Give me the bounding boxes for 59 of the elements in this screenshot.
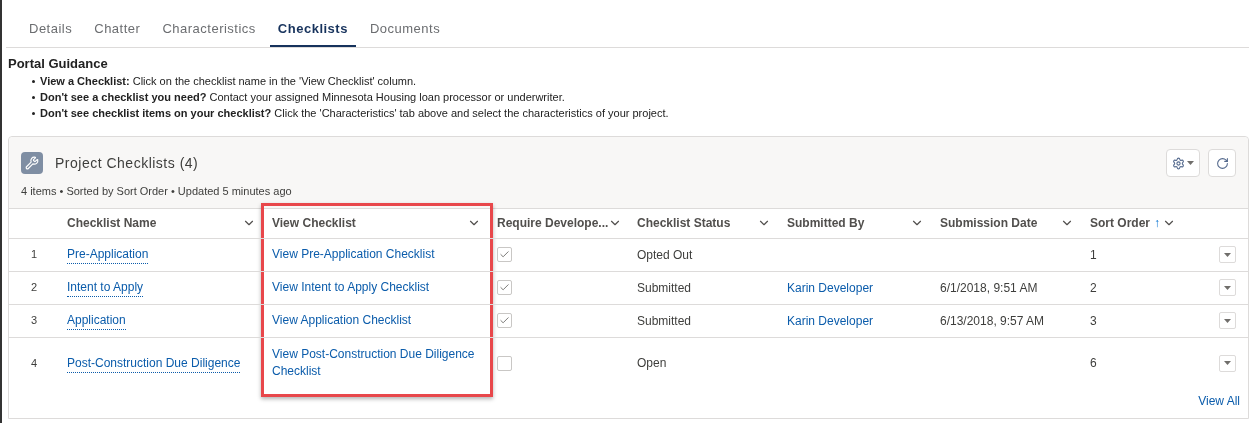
column-header[interactable]: Checklist Name [59, 208, 264, 239]
guidance-text: View a Checklist: Click on the checklist name in the 'View Checklist' column. [40, 74, 417, 89]
caret-icon [1224, 361, 1231, 365]
row-actions-button[interactable] [1219, 312, 1236, 329]
checklist-name-link[interactable]: Application [67, 311, 126, 330]
view-checklist-link[interactable]: View Intent to Apply Checklist [272, 279, 430, 296]
bullet-icon [32, 79, 35, 83]
tab[interactable]: Characteristics [154, 0, 264, 47]
view-checklist-link[interactable]: View Application Checklist [272, 312, 412, 329]
column-header[interactable]: Require Develope... [489, 208, 629, 239]
caret-icon [1224, 318, 1231, 323]
refresh-icon [1215, 156, 1229, 170]
row-actions-button[interactable] [1219, 246, 1236, 263]
status-text: Submitted [637, 312, 692, 330]
refresh-button[interactable] [1208, 149, 1236, 177]
column-header[interactable]: View Checklist [264, 208, 489, 239]
view-checklist-link[interactable]: View Pre-Application Checklist [272, 246, 435, 263]
tab[interactable]: Details [21, 0, 81, 47]
column-header[interactable]: Submitted By [779, 208, 932, 239]
row-number: 4 [30, 355, 38, 371]
caret-icon [1224, 252, 1231, 257]
row-actions-button[interactable] [1219, 354, 1236, 372]
gear-icon [1172, 156, 1185, 170]
caret-icon [1187, 161, 1194, 165]
sort-order-text: 6 [1090, 355, 1097, 372]
checklist-name-link[interactable]: Pre-Application [67, 245, 149, 264]
sort-order-text: 1 [1090, 246, 1097, 264]
submitter-link[interactable]: Karin Developer [787, 278, 874, 297]
column-header[interactable]: Checklist Status [629, 208, 779, 239]
row-number: 3 [30, 313, 38, 329]
sort-order-text: 2 [1090, 279, 1097, 297]
card-title: Project Checklists (4) [55, 153, 199, 173]
guidance-title: Portal Guidance [8, 54, 109, 73]
bullet-icon [32, 95, 35, 99]
sort-order-text: 3 [1090, 312, 1097, 330]
status-text: Open [637, 355, 667, 372]
view-all-link[interactable]: View All [1198, 391, 1240, 410]
guidance-text: Don't see a checklist you need? Contact your assigned Minnesota Housing loan processor or underwriter. [40, 90, 565, 105]
list-meta-text: 4 items • Sorted by Sort Order • Updated 5 minutes ago [21, 184, 293, 199]
row-number: 2 [30, 280, 38, 296]
guidance-text: Don't see checklist items on your checklist? Click the 'Characteristics' tab above and select the characteristics of your project. [40, 106, 669, 121]
date-text: 6/1/2018, 9:51 AM [940, 279, 1038, 297]
row-number: 1 [30, 247, 38, 263]
row-actions-button[interactable] [1219, 279, 1236, 296]
submitter-link[interactable]: Karin Developer [787, 311, 874, 330]
status-text: Opted Out [637, 246, 693, 264]
tab[interactable]: Documents [361, 0, 449, 47]
bullet-icon [32, 111, 35, 115]
tab[interactable]: Checklists [269, 0, 356, 47]
tab[interactable]: Chatter [86, 0, 149, 47]
checklist-name-link[interactable]: Post-Construction Due Diligence [67, 353, 241, 373]
date-text: 6/13/2018, 9:57 AM [940, 312, 1045, 330]
column-header[interactable]: Submission Date [932, 208, 1082, 239]
status-text: Submitted [637, 279, 692, 297]
checklist-name-link[interactable]: Intent to Apply [67, 278, 144, 297]
column-header[interactable]: Sort Order ↑ [1082, 208, 1184, 239]
view-checklist-link[interactable]: View Post-Construction Due Diligence Checklist [272, 346, 481, 380]
settings-menu-button[interactable] [1166, 149, 1200, 177]
caret-icon [1224, 285, 1231, 290]
